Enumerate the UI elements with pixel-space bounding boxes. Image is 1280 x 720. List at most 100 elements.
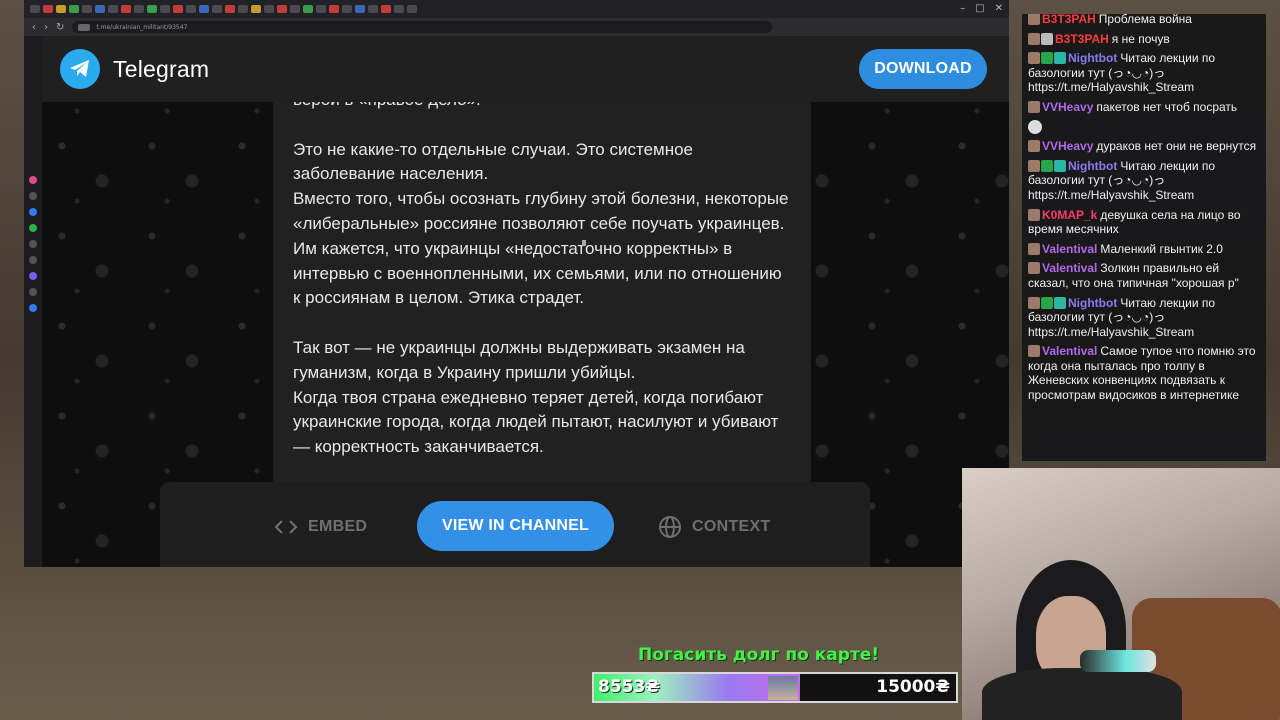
badge-icon (1054, 159, 1066, 172)
browser-tab[interactable] (186, 5, 196, 13)
globe-icon (658, 515, 682, 539)
browser-tab[interactable] (303, 5, 313, 13)
browser-tab[interactable] (394, 5, 404, 13)
chat-badges (1028, 100, 1040, 113)
chat-badges (1028, 52, 1066, 65)
reload-icon[interactable]: ↻ (56, 22, 64, 33)
chat-text: я не почув (1111, 31, 1170, 46)
badge-icon (1028, 159, 1040, 172)
browser-tab[interactable] (69, 5, 79, 13)
sidebar-app-icon[interactable] (29, 192, 37, 200)
sidebar-app-icon[interactable] (29, 208, 37, 216)
chat-username[interactable]: Nightbot (1068, 296, 1117, 310)
sidebar-app-icon[interactable] (29, 304, 37, 312)
browser-tab[interactable] (251, 5, 261, 13)
emote-icon (1028, 119, 1042, 134)
badge-icon (1041, 296, 1053, 309)
message-bubble: верой в «правое дело». Это не какие-то о… (273, 102, 811, 482)
sidebar-app-icon[interactable] (29, 288, 37, 296)
browser-tab[interactable] (368, 5, 378, 13)
badge-icon (1054, 296, 1066, 309)
badge-icon (1028, 208, 1040, 221)
browser-tab[interactable] (82, 5, 92, 13)
sidebar-app-icon[interactable] (29, 240, 37, 248)
browser-tab[interactable] (56, 5, 66, 13)
close-button[interactable]: ✕ (995, 3, 1003, 14)
sidebar-app-icon[interactable] (29, 224, 37, 232)
badge-icon (1041, 159, 1053, 172)
minimize-button[interactable]: – (960, 3, 965, 14)
browser-tab[interactable] (121, 5, 131, 13)
context-button[interactable]: CONTEXT (658, 502, 771, 552)
browser-tab[interactable] (173, 5, 183, 13)
chat-username[interactable]: K0MAP_k (1042, 208, 1097, 222)
chat-message: Nightbot Читаю лекции по базологии тут (っ… (1028, 296, 1260, 340)
browser-tab[interactable] (316, 5, 326, 13)
chat-username[interactable]: Valentival (1042, 344, 1097, 358)
chat-username[interactable]: Valentival (1042, 261, 1097, 275)
badge-icon (1028, 262, 1040, 275)
telegram-header: Telegram DOWNLOAD (42, 36, 1009, 102)
browser-tab[interactable] (355, 5, 365, 13)
chat-badges (1028, 242, 1040, 255)
sidebar-app-icon[interactable] (29, 256, 37, 264)
donation-avatar (768, 676, 798, 700)
webcam-feed (962, 468, 1280, 720)
browser-tab[interactable] (277, 5, 287, 13)
browser-sidebar (24, 36, 42, 567)
browser-tab[interactable] (342, 5, 352, 13)
browser-tab[interactable] (43, 5, 53, 13)
chat-message: K0MAP_k девушка села на лицо во время мес… (1028, 208, 1260, 237)
browser-tab[interactable] (199, 5, 209, 13)
embed-button[interactable]: EMBED (274, 502, 367, 552)
browser-tab[interactable] (238, 5, 248, 13)
browser-tab[interactable] (95, 5, 105, 13)
context-label: CONTEXT (692, 518, 771, 535)
donation-goal: 15000₴ (876, 677, 950, 697)
download-button[interactable]: DOWNLOAD (859, 49, 987, 89)
sidebar-app-icon[interactable] (29, 176, 37, 184)
browser-tab[interactable] (30, 5, 40, 13)
browser-tab[interactable] (108, 5, 118, 13)
site-info-icon[interactable] (78, 23, 91, 31)
chat-username[interactable]: B3T3PAH (1042, 14, 1096, 26)
maximize-button[interactable]: □ (975, 3, 984, 14)
browser-tab[interactable] (225, 5, 235, 13)
address-bar: ‹ › ↻ t.me/ukrainian_militant/93547 (24, 18, 1009, 36)
view-in-channel-button[interactable]: VIEW IN CHANNEL (417, 501, 614, 551)
browser-tab[interactable] (407, 5, 417, 13)
sidebar-app-icon[interactable] (29, 272, 37, 280)
message-paragraph: верой в «правое дело». (293, 102, 791, 113)
url-field[interactable]: t.me/ukrainian_militant/93547 (72, 21, 773, 33)
message-paragraph: Это не какие-то отдельные случаи. Это си… (293, 139, 694, 184)
browser-tab[interactable] (264, 5, 274, 13)
chat-badges (1028, 140, 1040, 153)
browser-tab[interactable] (147, 5, 157, 13)
donation-current: 8553₴ (598, 677, 660, 697)
back-icon[interactable]: ‹ (32, 22, 36, 33)
forward-icon[interactable]: › (44, 22, 48, 33)
browser-tab[interactable] (329, 5, 339, 13)
browser-tab[interactable] (160, 5, 170, 13)
chat-username[interactable]: VVHeavy (1042, 100, 1093, 114)
telegram-logo-icon[interactable] (60, 49, 100, 89)
chat-username[interactable]: VVHeavy (1042, 139, 1093, 153)
badge-icon (1028, 345, 1040, 358)
browser-tab[interactable] (381, 5, 391, 13)
chat-text: дураков нет они не вернутся (1096, 139, 1257, 154)
browser-tab[interactable] (290, 5, 300, 13)
donation-goal-title: Погасить долг по карте! (638, 645, 880, 665)
message-text: верой в «правое дело». Это не какие-то о… (293, 102, 791, 460)
badge-icon (1041, 32, 1053, 45)
chat-username[interactable]: Valentival (1042, 242, 1097, 256)
chat-badges (1028, 208, 1040, 221)
window-controls: – □ ✕ (960, 3, 1003, 14)
browser-tab[interactable] (134, 5, 144, 13)
chat-username[interactable]: Nightbot (1068, 51, 1117, 65)
badge-icon (1028, 296, 1040, 309)
chat-username[interactable]: B3T3PAH (1055, 32, 1109, 46)
donation-goal-bar: 8553₴ 15000₴ (592, 672, 958, 703)
chat-message: VVHeavy дураков нет они не вернутся (1028, 139, 1260, 154)
chat-username[interactable]: Nightbot (1068, 159, 1117, 173)
browser-tab[interactable] (212, 5, 222, 13)
